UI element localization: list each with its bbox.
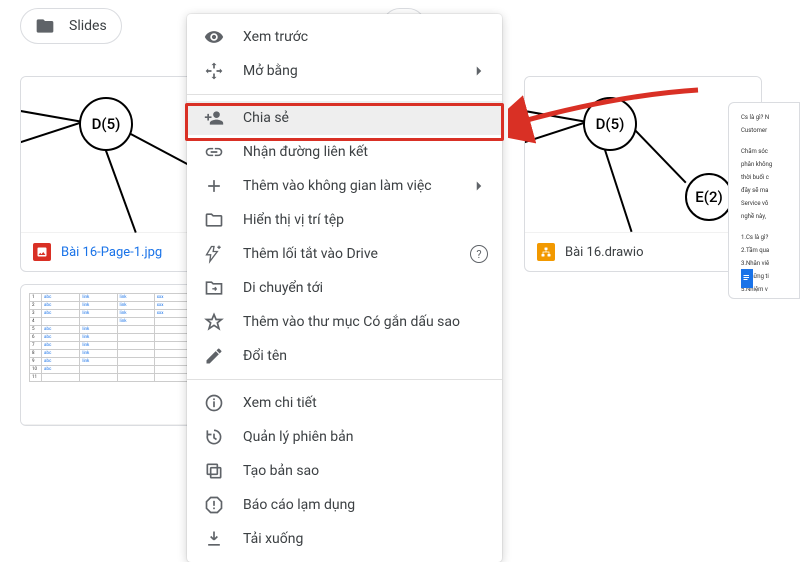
- graph-node: E(2): [685, 173, 733, 221]
- menu-label: Đổi tên: [243, 348, 287, 364]
- report-icon: [203, 494, 225, 516]
- star-outline-icon: [203, 311, 225, 333]
- menu-report-abuse[interactable]: Báo cáo lạm dụng: [187, 488, 502, 522]
- image-file-icon: [33, 243, 51, 261]
- menu-download[interactable]: Tải xuống: [187, 522, 502, 556]
- context-menu: Xem trước Mở bằng Chia sẻ Nhận đường liê…: [187, 14, 502, 562]
- menu-show-file-location[interactable]: Hiển thị vị trí tệp: [187, 203, 502, 237]
- docs-file-icon: [741, 269, 753, 288]
- rename-icon: [203, 345, 225, 367]
- graph-node: D(5): [79, 97, 133, 151]
- menu-label: Xem chi tiết: [243, 395, 317, 411]
- menu-rename[interactable]: Đổi tên: [187, 339, 502, 373]
- menu-add-to-starred[interactable]: Thêm vào thư mục Có gắn dấu sao: [187, 305, 502, 339]
- menu-preview[interactable]: Xem trước: [187, 20, 502, 54]
- menu-label: Thêm vào không gian làm việc: [243, 178, 432, 194]
- menu-view-details[interactable]: Xem chi tiết: [187, 386, 502, 420]
- person-add-icon: [203, 107, 225, 129]
- history-icon: [203, 426, 225, 448]
- drawio-file-icon: [537, 243, 555, 261]
- chevron-right-icon: [470, 62, 488, 80]
- chip-label: Slides: [69, 18, 107, 34]
- menu-label: Tải xuống: [243, 531, 303, 547]
- file-footer: Bài 16.drawio: [525, 233, 761, 271]
- menu-label: Di chuyển tới: [243, 280, 323, 296]
- menu-label: Chia sẻ: [243, 110, 289, 126]
- menu-add-shortcut[interactable]: Thêm lối tắt vào Drive ?: [187, 237, 502, 271]
- eye-icon: [203, 26, 225, 48]
- menu-make-copy[interactable]: Tạo bản sao: [187, 454, 502, 488]
- info-icon: [203, 392, 225, 414]
- file-thumbnail: Cs là gì? N Customer Chăm sóc phân không…: [729, 103, 799, 259]
- graph-node: D(5): [583, 97, 637, 151]
- menu-separator: [187, 94, 502, 95]
- chip-slides-folder[interactable]: Slides: [20, 8, 122, 44]
- file-card[interactable]: D(5) E(2) Bài 16.drawio: [524, 76, 762, 272]
- menu-label: Thêm lối tắt vào Drive: [243, 246, 378, 262]
- link-icon: [203, 141, 225, 163]
- file-name: Bài 16-Page-1.jpg: [61, 245, 162, 260]
- file-thumbnail: D(5) E(2): [525, 77, 761, 233]
- menu-move-to[interactable]: Di chuyển tới: [187, 271, 502, 305]
- menu-label: Quản lý phiên bản: [243, 429, 353, 445]
- menu-label: Tạo bản sao: [243, 463, 319, 479]
- drive-shortcut-icon: [203, 243, 225, 265]
- menu-share[interactable]: Chia sẻ: [187, 101, 502, 135]
- menu-label: Hiển thị vị trí tệp: [243, 212, 344, 228]
- file-card[interactable]: Cs là gì? N Customer Chăm sóc phân không…: [728, 102, 800, 299]
- file-name: Bài 16.drawio: [565, 245, 644, 260]
- menu-separator: [187, 379, 502, 380]
- menu-label: Nhận đường liên kết: [243, 144, 368, 160]
- menu-label: Báo cáo lạm dụng: [243, 497, 355, 513]
- menu-manage-versions[interactable]: Quản lý phiên bản: [187, 420, 502, 454]
- open-with-icon: [203, 60, 225, 82]
- plus-icon: [203, 175, 225, 197]
- menu-open-with[interactable]: Mở bằng: [187, 54, 502, 88]
- menu-label: Mở bằng: [243, 63, 298, 79]
- copy-icon: [203, 460, 225, 482]
- menu-label: Thêm vào thư mục Có gắn dấu sao: [243, 314, 460, 330]
- menu-get-link[interactable]: Nhận đường liên kết: [187, 135, 502, 169]
- chevron-right-icon: [470, 177, 488, 195]
- download-icon: [203, 528, 225, 550]
- menu-label: Xem trước: [243, 29, 308, 45]
- move-to-icon: [203, 277, 225, 299]
- folder-icon: [35, 16, 55, 36]
- menu-add-to-workspace[interactable]: Thêm vào không gian làm việc: [187, 169, 502, 203]
- help-icon[interactable]: ?: [470, 245, 488, 263]
- folder-outline-icon: [203, 209, 225, 231]
